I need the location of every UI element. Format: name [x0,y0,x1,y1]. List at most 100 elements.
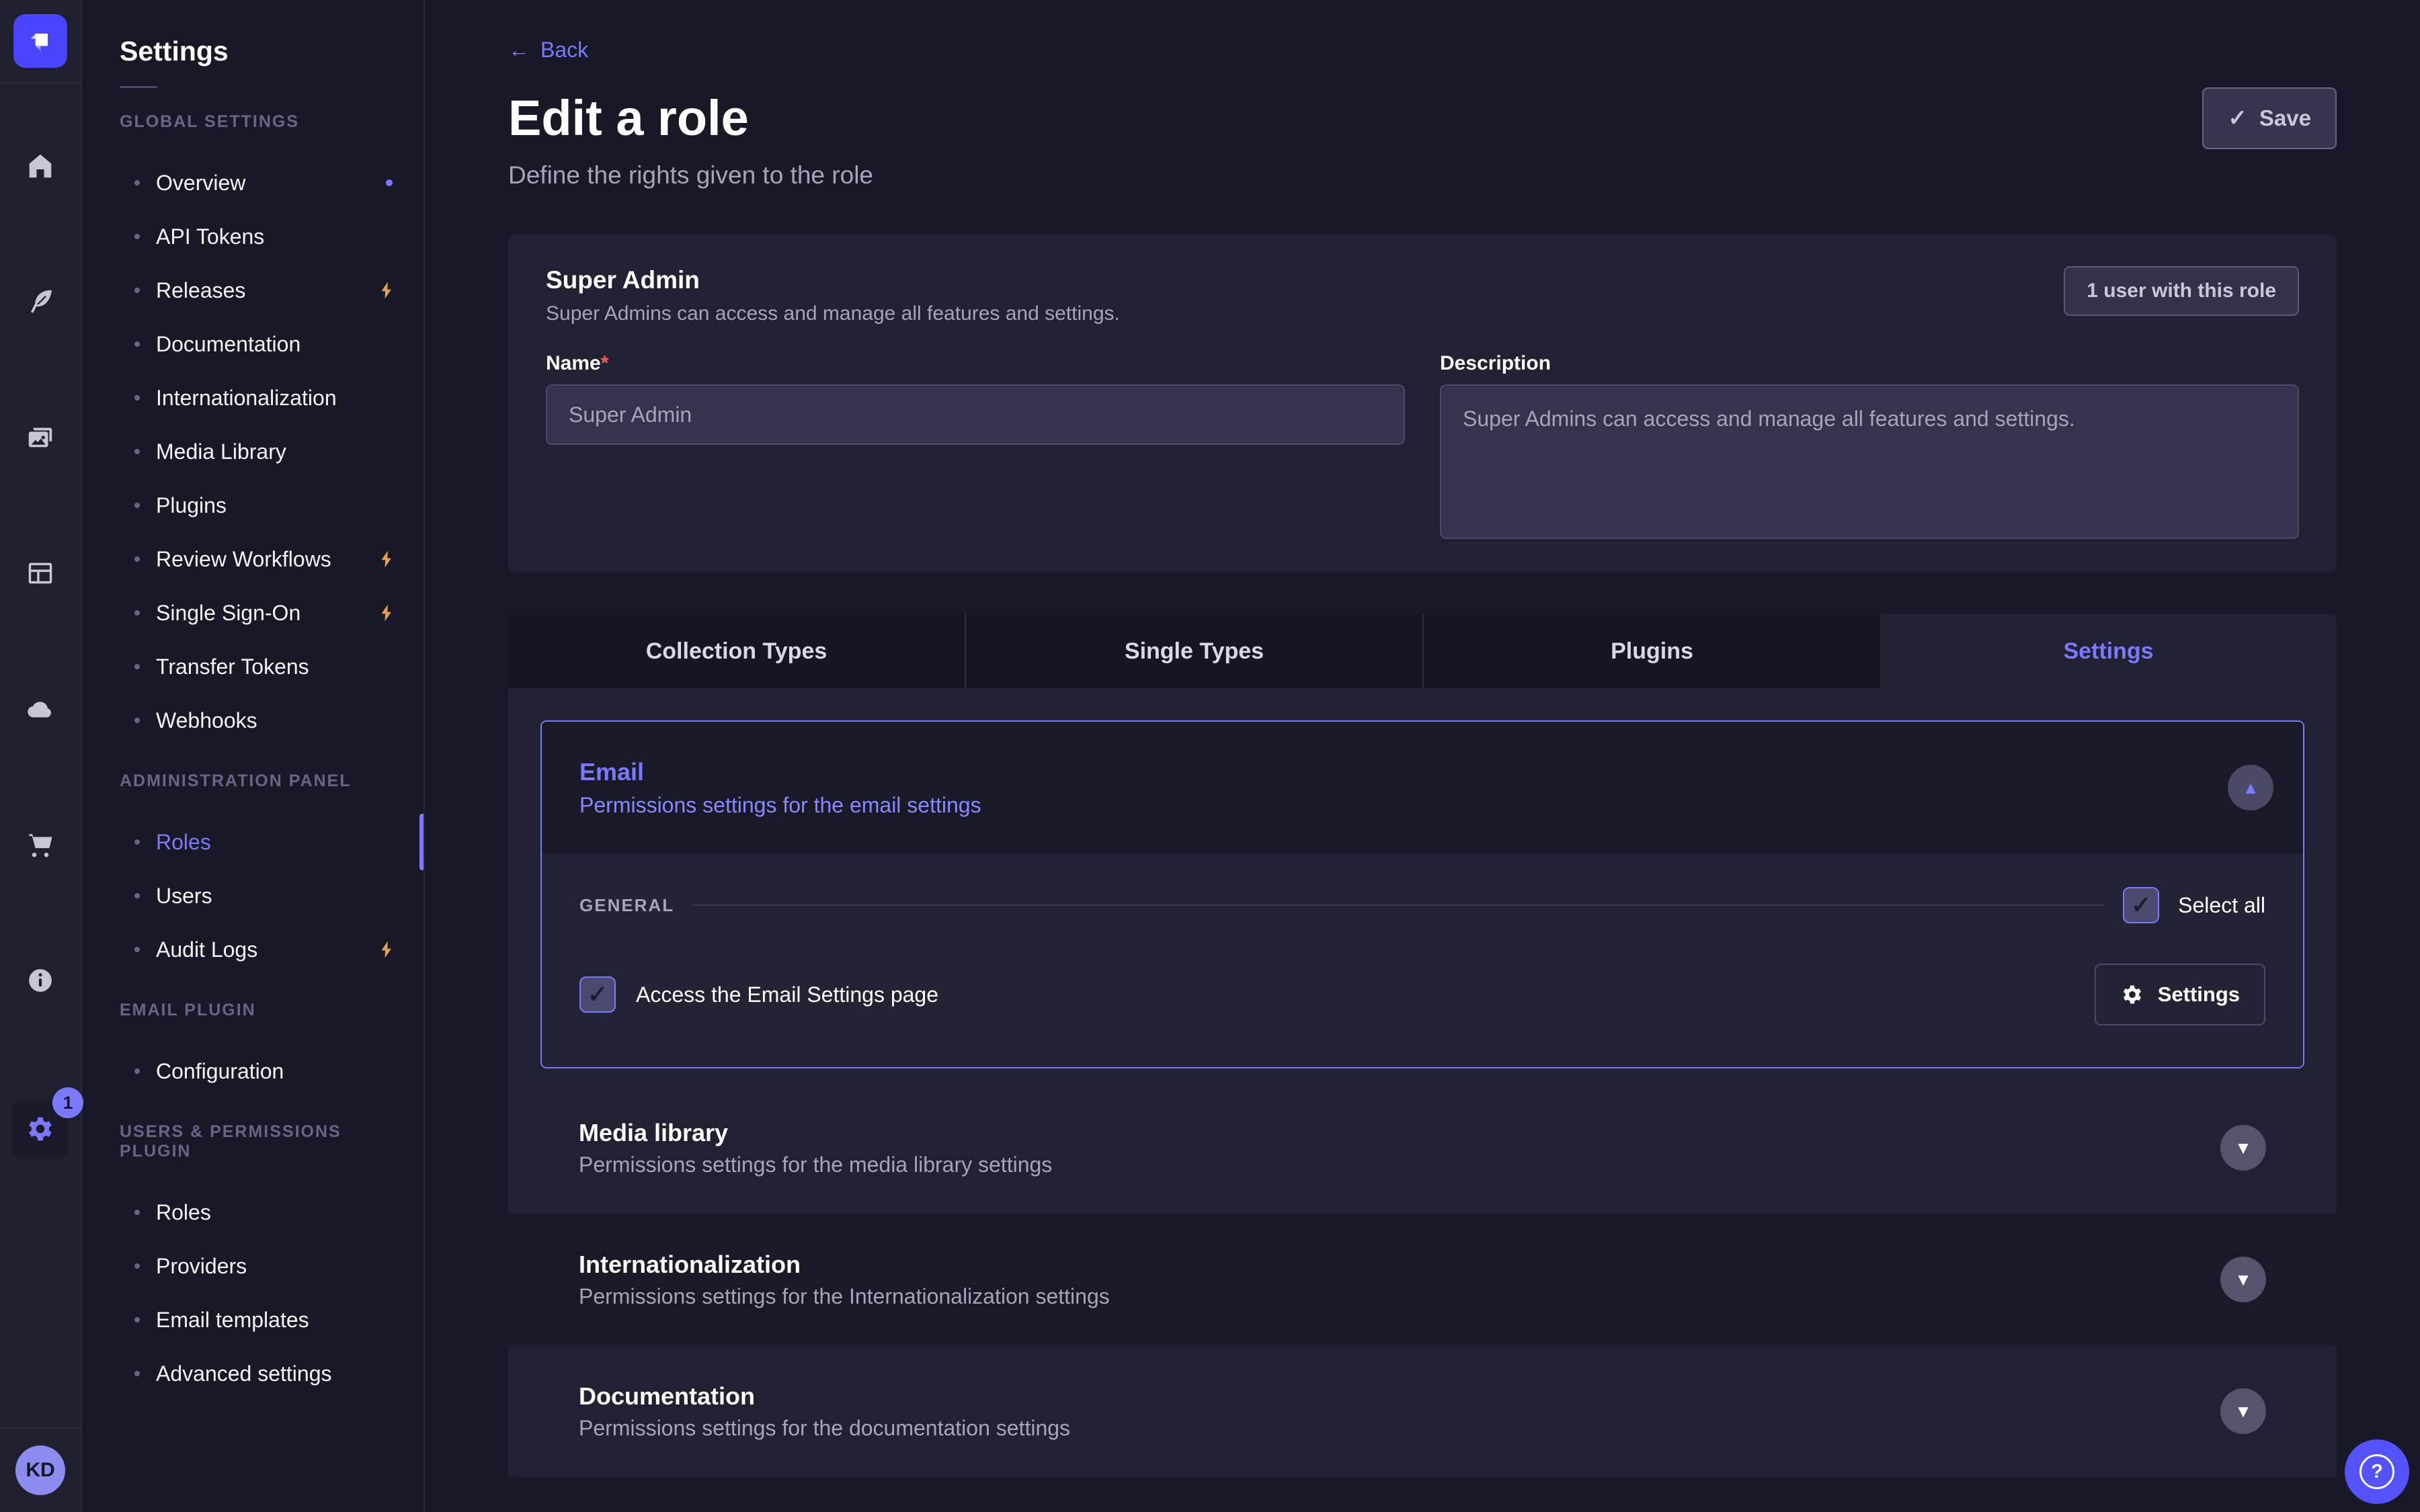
layout-icon[interactable] [25,558,56,589]
bullet-icon [134,341,140,347]
accordion-email-body: GENERAL ✓ Select all ✓ Access the Email … [542,853,2303,1067]
app-root: 1 KD Settings GLOBAL SETTINGS Overview A… [0,0,2420,1512]
media-library-icon[interactable] [25,422,56,453]
general-group-label: GENERAL [579,895,674,916]
feather-icon[interactable] [25,286,56,317]
tab-plugins[interactable]: Plugins [1424,614,1880,688]
question-mark-icon: ? [2360,1454,2394,1489]
settings-subnav: Settings GLOBAL SETTINGS Overview API To… [82,0,425,1512]
section-label-administration-panel: ADMINISTRATION PANEL [120,771,386,791]
cart-icon[interactable] [25,829,56,860]
help-button[interactable]: ? [2345,1439,2409,1504]
check-icon: ✓ [2228,105,2247,132]
main-content: ← Back Edit a role ✓ Save Define the rig… [425,0,2420,1512]
accordion-subtitle: Permissions settings for the media libra… [579,1152,1052,1177]
accordion-row-media-library[interactable]: Media library Permissions settings for t… [508,1082,2337,1214]
accordion-row-plugins-and-marketplace[interactable]: Plugins and marketplace ▼ [508,1477,2337,1512]
accordion-title: Media library [579,1119,1052,1147]
sidebar-item-overview[interactable]: Overview [82,156,424,210]
chevron-down-button[interactable]: ▼ [2220,1125,2266,1171]
access-email-settings-checkbox[interactable]: ✓ [579,976,616,1013]
description-label: Description [1440,352,2299,375]
sidebar-item-api-tokens[interactable]: API Tokens [82,210,424,263]
sidebar-item-roles[interactable]: Roles [82,815,424,869]
sidebar-item-email-templates[interactable]: Email templates [82,1293,424,1347]
avatar[interactable]: KD [15,1445,65,1495]
accordion-subtitle: Permissions settings for the Internation… [579,1284,1110,1309]
check-icon: ✓ [588,980,608,1009]
sidebar-item-advanced-settings[interactable]: Advanced settings [82,1347,424,1400]
sidebar-item-single-sign-on[interactable]: Single Sign-On [82,586,424,640]
bullet-icon [134,664,140,669]
accordion-title: Internationalization [579,1251,1110,1279]
bullet-icon [134,1068,140,1074]
users-with-role-button[interactable]: 1 user with this role [2064,266,2299,316]
role-info-card: Super Admin Super Admins can access and … [508,234,2337,572]
bullet-icon [134,947,140,952]
sidebar-item-up-roles[interactable]: Roles [82,1185,424,1239]
save-button[interactable]: ✓ Save [2202,87,2337,149]
bullet-icon [134,288,140,293]
sidebar-item-internationalization[interactable]: Internationalization [82,371,424,425]
accordion-row-internationalization[interactable]: Internationalization Permissions setting… [508,1214,2337,1345]
info-icon[interactable] [25,965,56,996]
select-all-checkbox[interactable]: ✓ [2123,887,2159,923]
strapi-logo-icon[interactable] [13,14,67,68]
accordion-title: Documentation [579,1382,1070,1411]
bullet-icon [134,395,140,401]
title-row: Edit a role ✓ Save [508,87,2337,149]
sidebar-item-transfer-tokens[interactable]: Transfer Tokens [82,640,424,694]
sidebar-item-media-library[interactable]: Media Library [82,425,424,478]
bullet-icon [134,1371,140,1376]
sidebar-item-plugins[interactable]: Plugins [82,478,424,532]
chevron-down-button[interactable]: ▼ [2220,1388,2266,1434]
chevron-down-icon: ▼ [2234,1138,2252,1159]
chevron-down-icon: ▼ [2234,1269,2252,1290]
section-label-email-plugin: EMAIL PLUGIN [120,1001,386,1020]
role-name-heading: Super Admin [546,266,1120,294]
sidebar-item-webhooks[interactable]: Webhooks [82,694,424,747]
bullet-icon [134,1263,140,1269]
sidebar-item-review-workflows[interactable]: Review Workflows [82,532,424,586]
name-field-group: Name* [546,352,1405,542]
sidebar-item-releases[interactable]: Releases [82,263,424,317]
settings-gear-icon[interactable]: 1 [12,1101,69,1157]
bullet-icon [134,610,140,616]
chevron-up-button[interactable]: ▲ [2228,765,2273,810]
accordion-subtitle: Permissions settings for the documentati… [579,1416,1070,1441]
email-access-row: ✓ Access the Email Settings page Setting… [579,964,2265,1025]
back-link[interactable]: ← Back [508,36,588,63]
administration-panel-list: Roles Users Audit Logs [82,815,424,976]
tab-settings[interactable]: Settings [1880,614,2337,688]
email-plugin-list: Configuration [82,1044,424,1098]
section-label-global-settings: GLOBAL SETTINGS [120,112,386,132]
accordion-row-documentation[interactable]: Documentation Permissions settings for t… [508,1345,2337,1477]
home-icon[interactable] [25,151,56,181]
bullet-icon [134,839,140,845]
group-divider-line [693,905,2104,906]
cloud-icon[interactable] [25,694,56,724]
role-description-input[interactable]: Super Admins can access and manage all f… [1440,384,2299,539]
tab-single-types[interactable]: Single Types [966,614,1424,688]
lightning-icon [376,280,397,300]
sidebar-item-configuration[interactable]: Configuration [82,1044,424,1098]
bullet-icon [134,718,140,723]
notifications-badge: 1 [52,1087,83,1118]
role-name-input[interactable] [546,384,1405,445]
lightning-icon [376,549,397,569]
back-arrow-icon: ← [508,36,530,63]
subnav-title: Settings [120,35,424,67]
accordion-email-header[interactable]: Email Permissions settings for the email… [542,722,2303,853]
select-all-label: Select all [2178,893,2265,918]
sidebar-item-users[interactable]: Users [82,869,424,923]
chevron-down-button[interactable]: ▼ [2220,1257,2266,1302]
lightning-icon [376,603,397,623]
email-settings-button[interactable]: Settings [2095,964,2265,1025]
sidebar-item-documentation[interactable]: Documentation [82,317,424,371]
sidebar-item-audit-logs[interactable]: Audit Logs [82,923,424,976]
sidebar-item-providers[interactable]: Providers [82,1239,424,1293]
tab-collection-types[interactable]: Collection Types [508,614,966,688]
accordion-email: Email Permissions settings for the email… [540,720,2304,1068]
role-description-text: Super Admins can access and manage all f… [546,302,1120,325]
logo-box [0,0,81,83]
